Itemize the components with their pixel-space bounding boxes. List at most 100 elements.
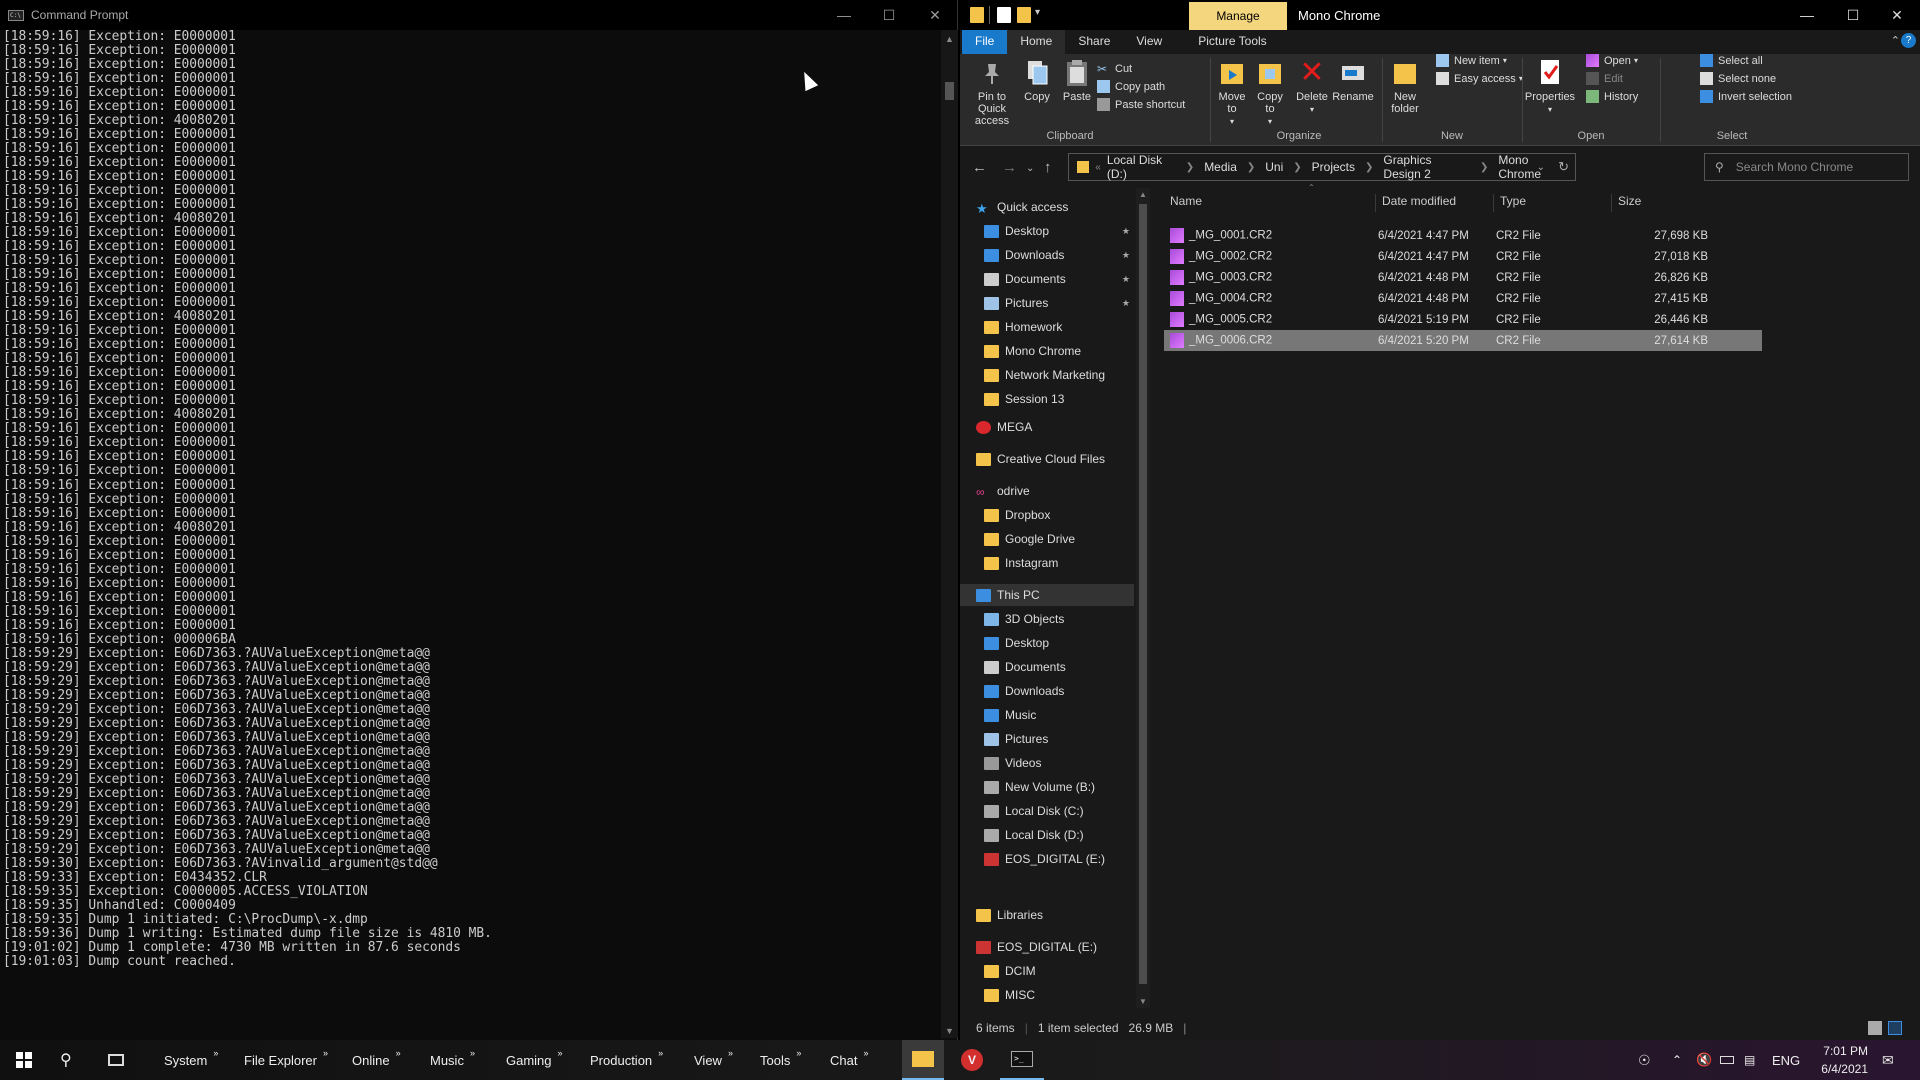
toolbar-production[interactable]: Production » (590, 1040, 663, 1080)
cmd-scrollbar[interactable]: ▲ ▼ (941, 30, 958, 1038)
close-button[interactable]: ✕ (912, 0, 958, 30)
file-explorer-window[interactable]: ▾ Manage Mono Chrome — ☐ ✕ File Home Sha… (960, 0, 1920, 1040)
toolbar-expand-icon[interactable]: » (796, 1048, 801, 1058)
nav-item-pictures[interactable]: Pictures ★ (960, 292, 1134, 314)
tab-picture-tools[interactable]: Picture Tools (1185, 30, 1279, 54)
nav-item-downloads[interactable]: Downloads (960, 680, 1134, 702)
vivaldi-taskbar-button[interactable]: V (952, 1040, 992, 1080)
address-dropdown-icon[interactable]: ⌄ (1537, 162, 1545, 173)
breadcrumb-uni[interactable]: Uni (1265, 160, 1283, 174)
breadcrumb-mono-chrome[interactable]: Mono Chrome (1498, 153, 1565, 181)
large-icons-view-icon[interactable] (1888, 1021, 1902, 1035)
copy-path-button[interactable]: Copy path (1097, 80, 1165, 93)
nav-item-libraries[interactable]: Libraries (960, 904, 1134, 926)
nav-item-eos-digital-e[interactable]: EOS_DIGITAL (E:) (960, 848, 1134, 870)
rename-button[interactable]: Rename (1332, 58, 1374, 103)
nav-item-instagram[interactable]: Instagram (960, 552, 1134, 574)
recent-locations-chevron-icon[interactable]: ⌄ (1026, 163, 1034, 174)
history-button[interactable]: History (1586, 90, 1638, 103)
select-none-button[interactable]: Select none (1700, 72, 1776, 85)
nav-item-documents[interactable]: Documents (960, 656, 1134, 678)
file-row[interactable]: _MG_0004.CR2 6/4/2021 4:48 PM CR2 File 27,4… (1164, 288, 1762, 309)
explorer-title-bar[interactable]: ▾ Manage Mono Chrome — ☐ ✕ (960, 0, 1920, 30)
breadcrumb-graphics-design-2[interactable]: Graphics Design 2 (1383, 153, 1470, 181)
toolbar-view[interactable]: View » (694, 1040, 733, 1080)
command-prompt-window[interactable]: C:\ Command Prompt — ☐ ✕ [18:59:16] Exce… (0, 0, 958, 1040)
nav-item-desktop[interactable]: Desktop ★ (960, 220, 1134, 242)
toolbar-system[interactable]: System » (164, 1040, 218, 1080)
nav-scroll-down-icon[interactable]: ▼ (1139, 997, 1147, 1006)
cmd-title-bar[interactable]: C:\ Command Prompt (0, 0, 957, 30)
nav-item-odrive[interactable]: ∞ odrive (960, 480, 1134, 502)
properties-quick-icon[interactable] (997, 7, 1011, 23)
file-row[interactable]: _MG_0006.CR2 6/4/2021 5:20 PM CR2 File 27,6… (1164, 330, 1762, 351)
battery-icon[interactable] (1720, 1040, 1734, 1080)
minimize-button[interactable]: — (821, 0, 867, 30)
toolbar-file-explorer[interactable]: File Explorer » (244, 1040, 328, 1080)
collapse-ribbon-icon[interactable]: ⌃ (1891, 34, 1900, 47)
nav-item-dropbox[interactable]: Dropbox (960, 504, 1134, 526)
toolbar-online[interactable]: Online » (352, 1040, 401, 1080)
breadcrumb-media[interactable]: Media (1204, 160, 1237, 174)
toolbar-expand-icon[interactable]: » (396, 1048, 401, 1058)
nav-item-mega[interactable]: MEGA (960, 416, 1134, 438)
file-list[interactable]: ⌃ Name Date modified Type Size _MG_0001.… (1164, 183, 1910, 351)
maximize-button[interactable]: ☐ (866, 0, 912, 30)
copy-button[interactable]: Copy (1018, 58, 1056, 103)
scroll-down-arrow-icon[interactable]: ▼ (941, 1026, 958, 1036)
nav-item-this-pc[interactable]: This PC (960, 584, 1134, 606)
task-view-icon[interactable] (108, 1040, 124, 1080)
nav-item-creative-cloud-files[interactable]: Creative Cloud Files (960, 448, 1134, 470)
toolbar-expand-icon[interactable]: » (728, 1048, 733, 1058)
nav-item-eos-digital-e[interactable]: EOS_DIGITAL (E:) (960, 936, 1134, 958)
nav-scrollbar[interactable]: ▲ ▼ (1136, 188, 1150, 1008)
forward-arrow-icon[interactable]: → (1002, 159, 1017, 176)
cmd-scroll-thumb[interactable] (945, 82, 954, 100)
toolbar-expand-icon[interactable]: » (558, 1048, 563, 1058)
nav-item-mono-chrome[interactable]: Mono Chrome (960, 340, 1134, 362)
command-prompt-taskbar-button[interactable]: >_ (1000, 1040, 1044, 1080)
file-explorer-taskbar-button[interactable] (902, 1040, 944, 1080)
file-row[interactable]: _MG_0002.CR2 6/4/2021 4:47 PM CR2 File 27,0… (1164, 246, 1762, 267)
nav-item-dcim[interactable]: DCIM (960, 960, 1134, 982)
toolbar-expand-icon[interactable]: » (323, 1048, 328, 1058)
column-type[interactable]: Type (1494, 194, 1612, 212)
toolbar-expand-icon[interactable]: » (470, 1048, 475, 1058)
toolbar-chat[interactable]: Chat » (830, 1040, 868, 1080)
search-box[interactable]: ⚲ Search Mono Chrome (1704, 153, 1909, 181)
nav-item-session-13[interactable]: Session 13 (960, 388, 1134, 410)
help-icon[interactable]: ? (1901, 33, 1916, 48)
nav-item-desktop[interactable]: Desktop (960, 632, 1134, 654)
nav-item-local-disk-c[interactable]: Local Disk (C:) (960, 800, 1134, 822)
cut-button[interactable]: ✂ Cut (1097, 62, 1132, 76)
people-icon[interactable]: ☉ (1638, 1040, 1651, 1080)
new-item-button[interactable]: New item ▾ (1436, 54, 1507, 67)
nav-item-homework[interactable]: Homework (960, 316, 1134, 338)
new-folder-button[interactable]: New folder (1384, 58, 1426, 115)
nav-item-pictures[interactable]: Pictures (960, 728, 1134, 750)
tab-view[interactable]: View (1123, 30, 1175, 54)
column-name[interactable]: Name (1164, 194, 1376, 212)
new-folder-quick-icon[interactable] (1017, 7, 1031, 23)
toolbar-expand-icon[interactable]: » (658, 1048, 663, 1058)
back-arrow-icon[interactable]: ← (972, 159, 987, 176)
explorer-maximize-button[interactable]: ☐ (1830, 0, 1876, 30)
select-all-button[interactable]: Select all (1700, 54, 1763, 67)
volume-muted-icon[interactable]: 🔇 (1696, 1040, 1712, 1080)
open-button[interactable]: Open ▾ (1586, 54, 1638, 67)
tab-file[interactable]: File (962, 30, 1008, 54)
properties-button[interactable]: Properties ▾ (1524, 58, 1576, 116)
file-row[interactable]: _MG_0005.CR2 6/4/2021 5:19 PM CR2 File 26,4… (1164, 309, 1762, 330)
breadcrumb-projects[interactable]: Projects (1312, 160, 1355, 174)
easy-access-button[interactable]: Easy access ▾ (1436, 72, 1523, 85)
tab-manage[interactable]: Manage (1189, 2, 1287, 30)
copy-to-button[interactable]: Copy to ▾ (1252, 58, 1288, 128)
pin-to-quick-access-button[interactable]: Pin to Quick access (968, 58, 1016, 127)
nav-item-videos[interactable]: Videos (960, 752, 1134, 774)
up-arrow-icon[interactable]: ↑ (1044, 159, 1052, 176)
navigation-pane[interactable]: ★ Quick access Desktop ★ Downloads ★ Documents… (960, 188, 1134, 1008)
invert-selection-button[interactable]: Invert selection (1700, 90, 1792, 103)
details-view-icon[interactable] (1868, 1021, 1882, 1035)
nav-item-network-marketing[interactable]: Network Marketing (960, 364, 1134, 386)
explorer-close-button[interactable]: ✕ (1874, 0, 1920, 30)
